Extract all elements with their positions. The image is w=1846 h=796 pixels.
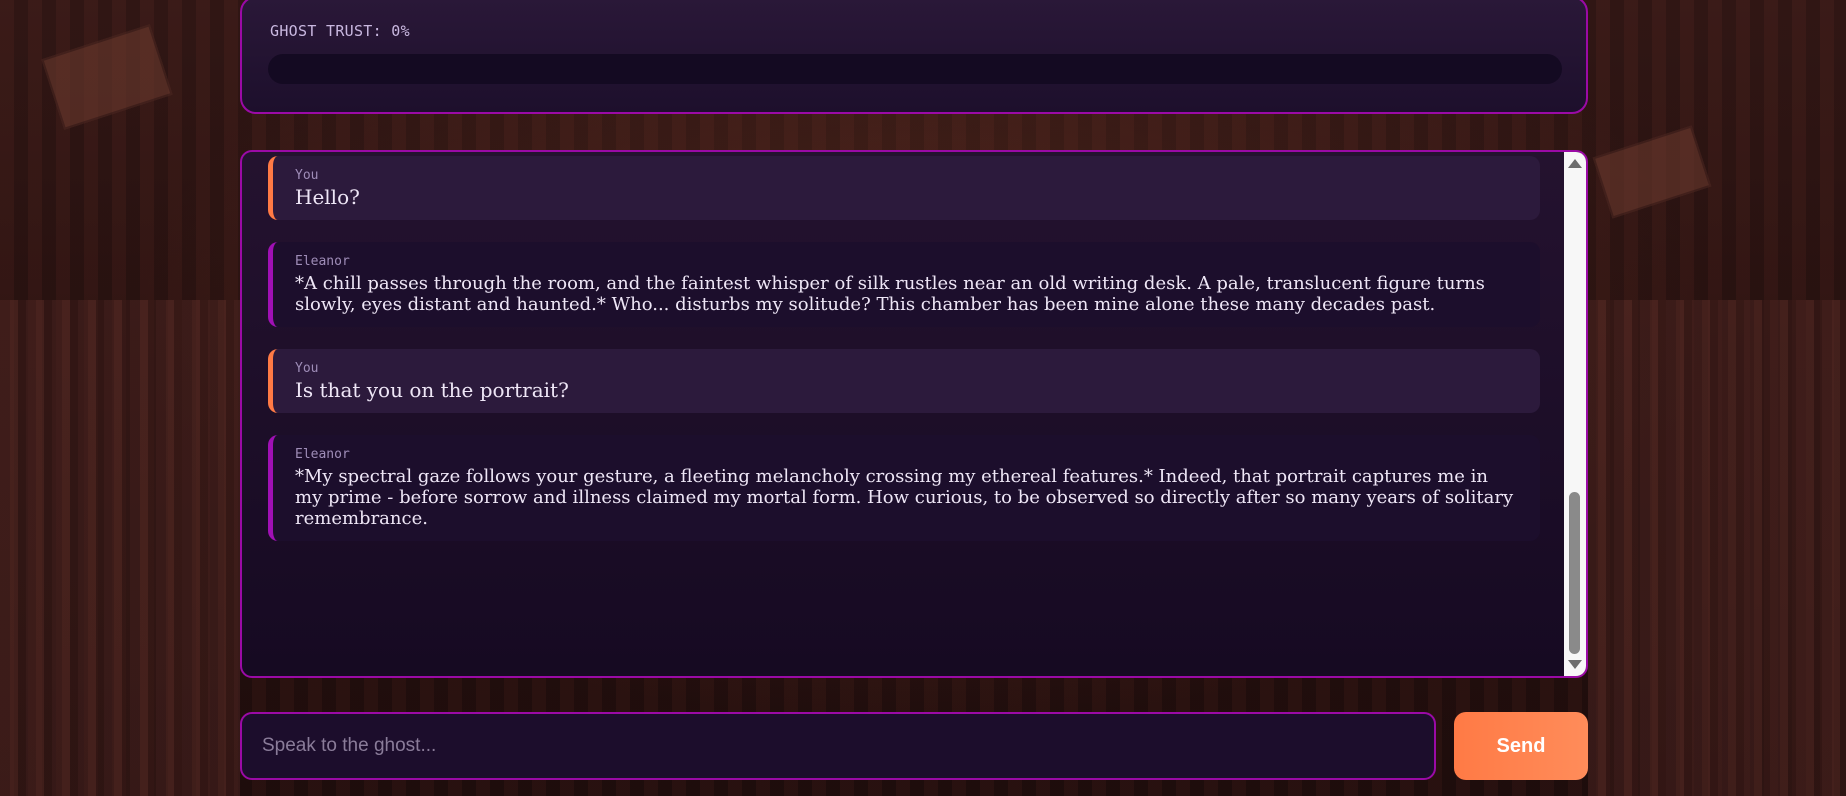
message-sender: You: [295, 168, 319, 183]
ghost-trust-panel: GHOST TRUST: 0%: [240, 0, 1588, 114]
message-input[interactable]: [240, 712, 1436, 780]
ghost-trust-bar: [268, 54, 1562, 84]
message-user: You Hello?: [268, 156, 1540, 220]
message-text: *A chill passes through the room, and th…: [295, 273, 1485, 315]
scroll-down-arrow-icon[interactable]: [1568, 660, 1582, 669]
scroll-thumb[interactable]: [1569, 492, 1580, 654]
send-button[interactable]: Send: [1454, 712, 1588, 780]
message-ghost: Eleanor *My spectral gaze follows your g…: [268, 435, 1540, 541]
scroll-up-arrow-icon[interactable]: [1568, 159, 1582, 168]
message-text: Is that you on the portrait?: [295, 378, 569, 402]
message-text: *My spectral gaze follows your gesture, …: [295, 466, 1514, 529]
chat-scrollbar[interactable]: [1564, 152, 1586, 676]
ghost-trust-label: GHOST TRUST: 0%: [270, 22, 410, 40]
message-user: You Is that you on the portrait?: [268, 349, 1540, 413]
message-list: You Hello? Eleanor *A chill passes throu…: [268, 156, 1540, 563]
message-text: Hello?: [295, 185, 360, 209]
message-ghost: Eleanor *A chill passes through the room…: [268, 242, 1540, 327]
chat-log-panel[interactable]: You Hello? Eleanor *A chill passes throu…: [240, 150, 1588, 678]
message-sender: Eleanor: [295, 254, 350, 269]
message-sender: Eleanor: [295, 447, 350, 462]
message-sender: You: [295, 361, 319, 376]
